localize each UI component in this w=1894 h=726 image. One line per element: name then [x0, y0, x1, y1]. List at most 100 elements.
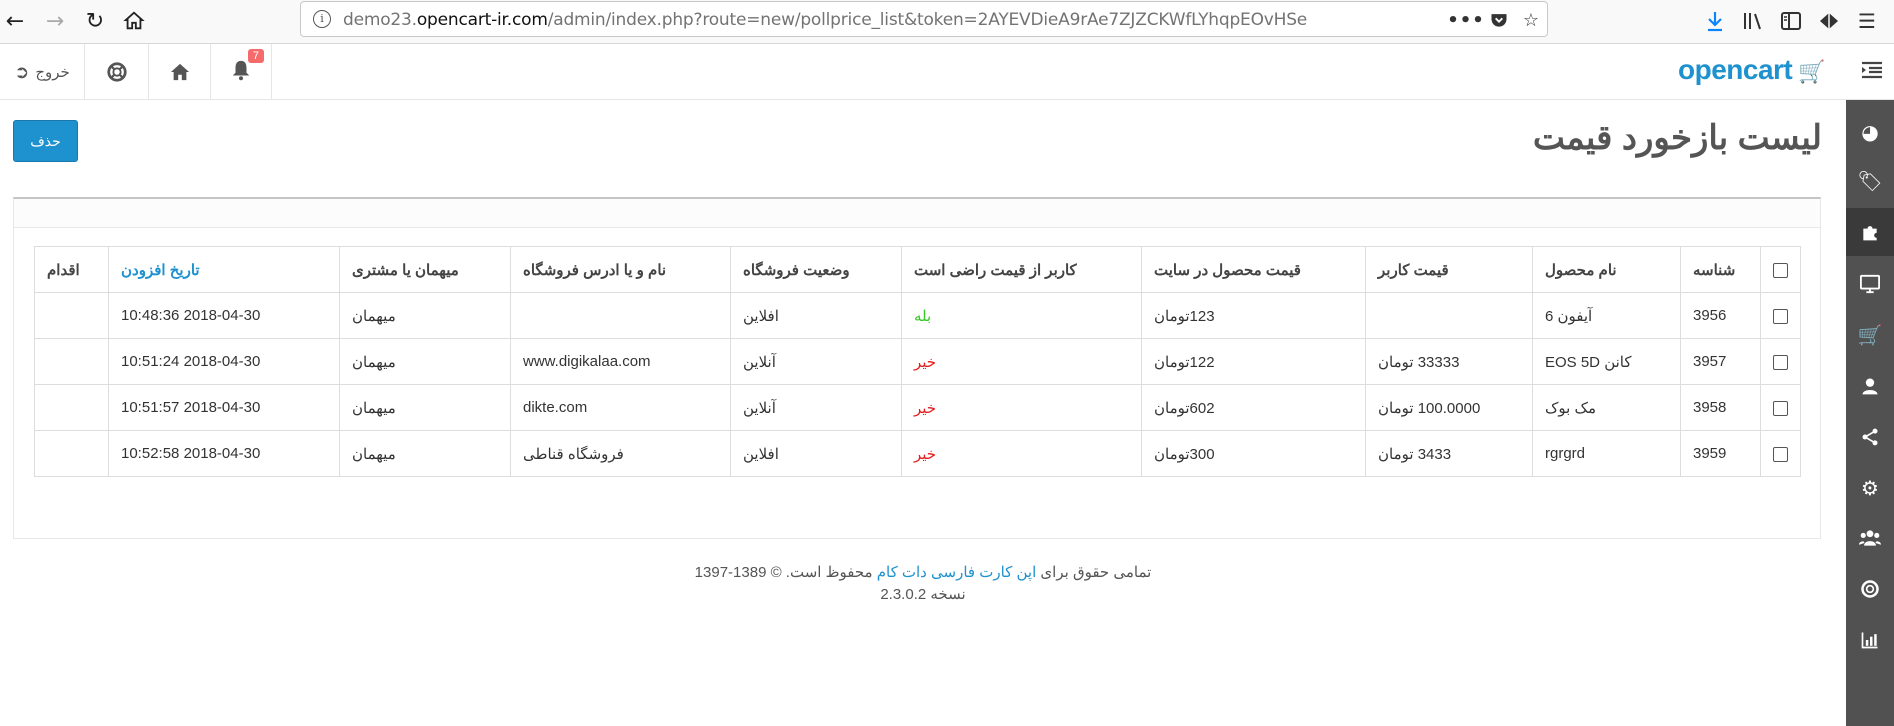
opencart-logo[interactable]: opencart 🛒	[1678, 54, 1826, 86]
cell-product-name: rgrgrd	[1532, 430, 1681, 477]
cell-store-name: www.digikalaa.com	[510, 338, 731, 385]
cell-date-added: 2018-04-30 10:51:24	[108, 338, 340, 385]
arrow-right-icon: →	[45, 8, 65, 34]
pocket-icon[interactable]	[1487, 8, 1511, 32]
reload-icon: ↻	[85, 8, 105, 34]
cell-store-name	[510, 292, 731, 339]
sidebar-item-marketing[interactable]	[1846, 413, 1894, 461]
cell-date-added: 2018-04-30 10:51:57	[108, 384, 340, 431]
select-all-cell	[1760, 246, 1801, 293]
sidebar-item-sales[interactable]: 🛒	[1846, 311, 1894, 359]
support-button[interactable]	[84, 44, 148, 100]
bar-chart-icon	[1861, 632, 1878, 649]
app-header: خروج ➲ 7 opencart 🛒	[0, 44, 1894, 100]
logout-button[interactable]: خروج ➲	[0, 44, 84, 100]
cell-user-price: 33333 تومان	[1365, 338, 1533, 385]
cell-id: 3957	[1680, 338, 1761, 385]
page-actions-icon[interactable]: •••	[1447, 8, 1484, 32]
logout-label: خروج	[35, 63, 70, 81]
menu-icon[interactable]: ☰	[1852, 6, 1882, 36]
reload-button[interactable]: ↻	[80, 6, 110, 36]
forward-button[interactable]: →	[40, 6, 70, 36]
col-header-user-price[interactable]: قیمت کاربر	[1365, 246, 1533, 293]
address-bar[interactable]: i demo23.opencart-ir.com/admin/index.php…	[300, 1, 1548, 37]
cell-user-price: 3433 تومان	[1365, 430, 1533, 477]
footer-link[interactable]: اپن کارت فارسی دات کام	[877, 564, 1037, 581]
col-header-customer-type[interactable]: میهمان یا مشتری	[339, 246, 511, 293]
col-header-id[interactable]: شناسه	[1680, 246, 1761, 293]
row-select-cell	[1760, 430, 1801, 477]
gear-icon: ⚙	[1861, 476, 1879, 500]
notification-badge: 7	[247, 49, 264, 63]
user-icon	[1862, 378, 1878, 395]
row-select-cell	[1760, 384, 1801, 431]
cart-icon: 🛒	[1857, 323, 1883, 347]
sidebar-item-dashboard[interactable]: ◕	[1846, 108, 1894, 156]
sidebar-item-help[interactable]	[1846, 565, 1894, 613]
puzzle-icon	[1863, 226, 1877, 241]
panel-heading	[14, 199, 1820, 228]
col-header-product-name[interactable]: نام محصول	[1532, 246, 1681, 293]
table-header-row: شناسه نام محصول قیمت کاربر قیمت محصول در…	[34, 246, 1801, 293]
delete-button[interactable]: حذف	[13, 120, 78, 162]
cell-site-price: 300تومان	[1141, 430, 1366, 477]
library-icon[interactable]	[1738, 6, 1768, 36]
sidebar-toggle-icon[interactable]	[1776, 6, 1806, 36]
pollprice-table: شناسه نام محصول قیمت کاربر قیمت محصول در…	[34, 246, 1801, 477]
row-checkbox[interactable]	[1773, 354, 1788, 370]
cell-store-status: افلاین	[730, 292, 902, 339]
cell-site-price: 123تومان	[1141, 292, 1366, 339]
cell-id: 3956	[1680, 292, 1761, 339]
row-select-cell	[1760, 338, 1801, 385]
cell-user-price	[1365, 292, 1533, 339]
cell-product-name: مک بوک	[1532, 384, 1681, 431]
row-checkbox[interactable]	[1773, 400, 1788, 416]
cart-icon: 🛒	[1798, 59, 1826, 84]
sidebar-item-customers[interactable]	[1846, 362, 1894, 410]
col-header-satisfied[interactable]: کاربر از قیمت راضی است	[901, 246, 1142, 293]
page-footer: تمامی حقوق برای اپن کارت فارسی دات کام م…	[0, 562, 1846, 606]
lifebuoy-icon	[106, 62, 127, 82]
select-all-checkbox[interactable]	[1773, 262, 1788, 278]
sidebar-item-design[interactable]	[1846, 260, 1894, 308]
list-panel: شناسه نام محصول قیمت کاربر قیمت محصول در…	[13, 197, 1821, 539]
store-home-button[interactable]	[148, 44, 210, 100]
sidebar-menu-toggle[interactable]	[1860, 60, 1888, 84]
arrow-left-icon: ←	[5, 8, 25, 34]
cell-site-price: 122تومان	[1141, 338, 1366, 385]
sidebar-item-system[interactable]: ⚙	[1846, 464, 1894, 512]
cell-product-name: کانن EOS 5D	[1532, 338, 1681, 385]
notifications-button[interactable]: 7	[210, 44, 272, 100]
bookmark-star-icon[interactable]: ☆	[1519, 8, 1543, 32]
table-row: 3959 rgrgrd 3433 تومان 300تومان خیر افلا…	[34, 430, 1801, 477]
sidebar-item-extensions[interactable]	[1846, 208, 1894, 256]
back-button[interactable]: ←	[0, 6, 30, 36]
cell-customer-type: میهمان	[339, 292, 511, 339]
cell-satisfied: خیر	[901, 430, 1142, 477]
cell-customer-type: میهمان	[339, 430, 511, 477]
left-sidebar: ◕ 🏷 🛒 ⚙	[1846, 100, 1894, 726]
row-checkbox[interactable]	[1773, 446, 1788, 462]
row-checkbox[interactable]	[1773, 308, 1788, 324]
table-row: 3958 مک بوک 100.0000 تومان 602تومان خیر …	[34, 384, 1801, 431]
col-header-store-status[interactable]: وضعیت فروشگاه	[730, 246, 902, 293]
col-header-site-price[interactable]: قیمت محصول در سایت	[1141, 246, 1366, 293]
cell-store-status: افلاین	[730, 430, 902, 477]
cell-satisfied: بله	[901, 292, 1142, 339]
home-icon	[123, 11, 145, 30]
col-header-date-added[interactable]: تاریخ افزودن	[108, 246, 340, 293]
site-info-icon[interactable]: i	[313, 10, 331, 28]
download-icon[interactable]	[1700, 6, 1730, 36]
cell-customer-type: میهمان	[339, 384, 511, 431]
cell-date-added: 2018-04-30 10:48:36	[108, 292, 340, 339]
sidebar-item-users[interactable]	[1846, 514, 1894, 562]
cell-customer-type: میهمان	[339, 338, 511, 385]
users-icon	[1859, 530, 1881, 546]
sidebar-item-catalog[interactable]: 🏷	[1846, 157, 1894, 205]
sign-out-icon: ➲	[14, 61, 30, 83]
sidebar-item-reports[interactable]	[1846, 616, 1894, 664]
home-button[interactable]	[119, 6, 149, 36]
cell-action	[34, 292, 109, 339]
col-header-store-name[interactable]: نام و یا ادرس فروشگاه	[510, 246, 731, 293]
extension-icon[interactable]	[1814, 6, 1844, 36]
